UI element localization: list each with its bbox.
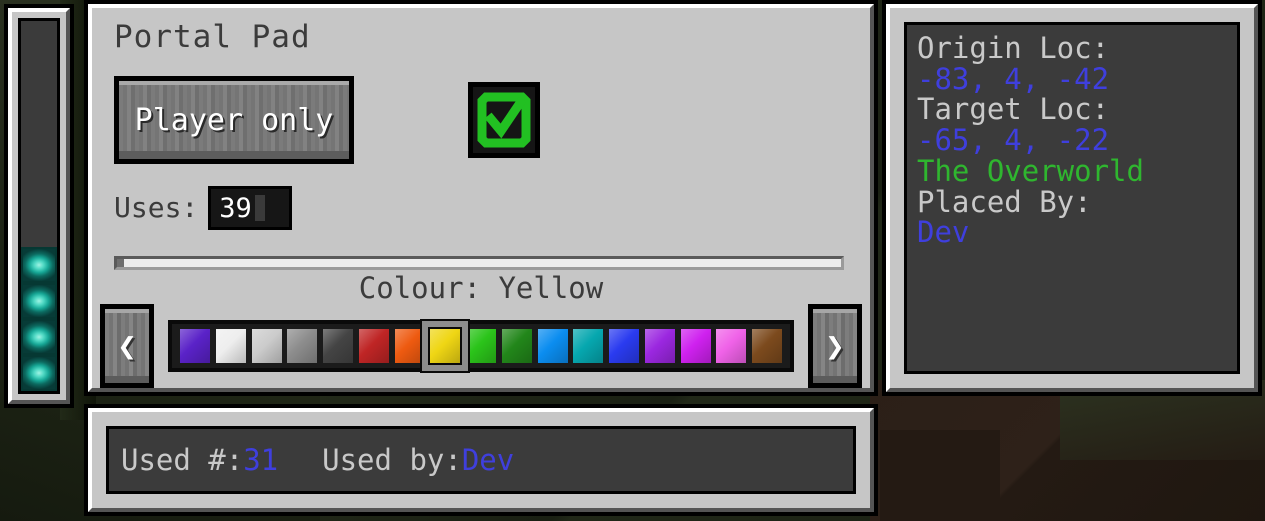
energy-meter-track — [18, 18, 60, 394]
uses-label: Uses: — [114, 191, 199, 224]
placed-by-label: Placed By: — [917, 184, 1092, 219]
button-shadow — [813, 376, 857, 383]
usage-log-box: Used #: 31 Used by: Dev — [106, 426, 856, 494]
slider-knob[interactable] — [117, 259, 124, 267]
colour-swatch[interactable] — [609, 329, 639, 363]
colour-swatch[interactable] — [680, 329, 711, 363]
colour-swatch-face — [573, 329, 604, 363]
prev-page-button[interactable]: ❮ — [100, 304, 154, 388]
mode-toggle-label: Player only — [134, 102, 334, 138]
colour-swatch[interactable] — [287, 329, 318, 363]
energy-cell — [21, 319, 57, 355]
origin-value: -83, 4, -42 — [917, 61, 1110, 96]
colour-swatch-face — [501, 329, 532, 363]
energy-cell — [21, 283, 57, 319]
uses-row: Uses: 39 — [114, 186, 293, 230]
terrain-block — [1060, 380, 1265, 460]
mode-toggle-button[interactable]: Player only — [114, 76, 354, 164]
button-shadow — [105, 376, 149, 383]
button-highlight — [119, 81, 349, 85]
target-value: -65, 4, -22 — [917, 123, 1110, 158]
colour-swatch-face — [466, 329, 496, 363]
colour-slider[interactable] — [114, 256, 844, 270]
colour-swatch-face — [394, 329, 425, 363]
colour-swatch-face — [215, 329, 246, 363]
colour-swatch-face — [180, 329, 210, 363]
colour-swatch-face — [251, 329, 282, 363]
used-count-value: 31 — [243, 442, 279, 477]
colour-swatch-face — [680, 329, 711, 363]
colour-swatch-face — [430, 329, 461, 363]
portal-pad-panel: Portal Pad Player only Uses: 39 Colour: … — [88, 4, 874, 392]
button-shadow — [119, 151, 349, 159]
energy-meter — [8, 8, 70, 404]
colour-swatch-face — [644, 329, 675, 363]
check-circle-icon — [476, 91, 532, 149]
text-caret — [254, 195, 265, 221]
energy-cell — [21, 247, 57, 283]
energy-cell — [21, 355, 57, 391]
colour-swatch[interactable] — [752, 329, 782, 363]
button-highlight — [813, 309, 857, 313]
colour-swatch-face — [716, 329, 747, 363]
chevron-left-icon: ❮ — [117, 327, 137, 365]
colour-swatch[interactable] — [537, 329, 568, 363]
colour-swatch[interactable] — [394, 329, 425, 363]
colour-swatch[interactable] — [716, 329, 747, 363]
usage-log-panel: Used #: 31 Used by: Dev — [88, 408, 874, 512]
colour-swatch[interactable] — [323, 329, 353, 363]
colour-swatch-face — [358, 329, 389, 363]
used-by-label: Used by: — [322, 442, 462, 477]
location-info-box: Origin Loc: -83, 4, -42 Target Loc: -65,… — [904, 22, 1240, 374]
colour-swatch-face — [323, 329, 353, 363]
colour-swatch[interactable] — [501, 329, 532, 363]
used-count-label: Used #: — [121, 442, 244, 477]
colour-swatch-face — [752, 329, 782, 363]
target-label: Target Loc: — [917, 92, 1110, 127]
page-title: Portal Pad — [114, 19, 311, 55]
confirm-toggle-button[interactable] — [468, 82, 540, 158]
colour-swatch[interactable] — [215, 329, 246, 363]
colour-swatch-face — [537, 329, 568, 363]
colour-swatch[interactable] — [358, 329, 389, 363]
placed-by-value: Dev — [917, 215, 970, 250]
origin-label: Origin Loc: — [917, 31, 1110, 65]
next-page-button[interactable]: ❯ — [808, 304, 862, 388]
colour-swatch[interactable] — [180, 329, 210, 363]
colour-swatch-strip — [168, 320, 794, 372]
uses-value: 39 — [219, 192, 252, 224]
colour-swatch[interactable] — [573, 329, 604, 363]
colour-swatch[interactable] — [644, 329, 675, 363]
colour-swatch-face — [287, 329, 318, 363]
colour-swatch[interactable] — [466, 329, 496, 363]
colour-picker-row: ❮ ❯ — [100, 304, 862, 388]
terrain-block — [880, 430, 1000, 521]
colour-caption: Colour: Yellow — [358, 271, 604, 305]
chevron-right-icon: ❯ — [825, 327, 845, 365]
colour-swatch[interactable] — [422, 321, 469, 371]
target-dimension: The Overworld — [917, 153, 1144, 188]
used-by-value: Dev — [461, 442, 515, 477]
colour-swatch-face — [609, 329, 639, 363]
colour-swatch[interactable] — [251, 329, 282, 363]
uses-input[interactable]: 39 — [208, 186, 293, 230]
location-info-panel: Origin Loc: -83, 4, -42 Target Loc: -65,… — [886, 4, 1258, 392]
button-highlight — [105, 309, 149, 313]
